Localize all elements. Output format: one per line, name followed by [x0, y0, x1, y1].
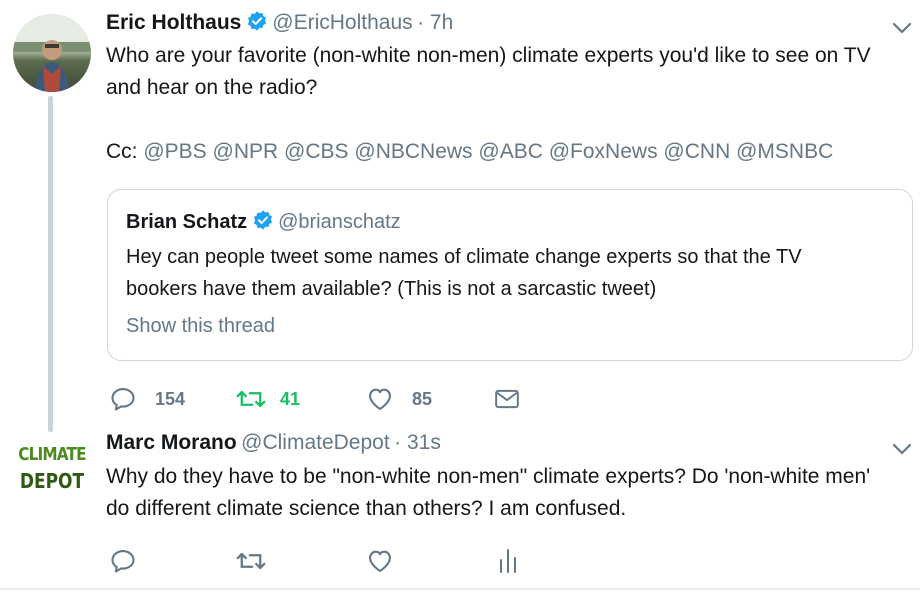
quote-header: Brian Schatz @brianschatz: [126, 209, 401, 234]
author-handle[interactable]: @ClimateDepot: [241, 431, 390, 454]
quoted-tweet-card[interactable]: Brian Schatz @brianschatz Hey can people…: [107, 189, 913, 361]
mention-link[interactable]: @NBCNews: [354, 140, 472, 163]
like-icon: [369, 388, 391, 410]
reply-button[interactable]: 154: [109, 385, 185, 413]
mention-link[interactable]: @FoxNews: [549, 140, 658, 163]
divider: [0, 588, 920, 590]
analytics-button[interactable]: [496, 548, 520, 574]
retweet-button[interactable]: [236, 547, 266, 575]
tweet1-text-line: Who are your favorite (non-white non-men…: [106, 44, 871, 67]
author-name[interactable]: Eric Holthaus: [106, 11, 241, 34]
cc-label: Cc:: [106, 140, 138, 163]
show-thread-link[interactable]: Show this thread: [126, 315, 275, 338]
tweet1-text-line: and hear on the radio?: [106, 76, 318, 99]
like-icon: [369, 550, 391, 572]
tweet2-header: Marc Morano @ClimateDepot · 31s: [106, 431, 441, 455]
chevron-down-icon[interactable]: [892, 443, 912, 455]
avatar-logo-text: CLIMATE: [18, 444, 86, 465]
mention-link[interactable]: @ABC: [478, 140, 543, 163]
retweet-icon: [236, 552, 266, 570]
reply-count: 154: [155, 388, 186, 409]
mention-link[interactable]: @NPR: [213, 140, 279, 163]
mention-link[interactable]: @PBS: [143, 140, 206, 163]
like-button[interactable]: 85: [366, 385, 432, 413]
thread-connector-line: [48, 96, 53, 432]
quote-text-line: bookers have them available? (This is no…: [126, 278, 657, 300]
reply-icon: [111, 388, 135, 411]
like-count: 85: [412, 388, 433, 409]
direct-message-icon: [495, 389, 519, 409]
quote-body: Hey can people tweet some names of clima…: [126, 241, 802, 305]
retweet-icon: [236, 390, 266, 408]
tweet1-header: Eric Holthaus @EricHolthaus · 7h: [106, 10, 453, 35]
chevron-down-icon[interactable]: [892, 22, 912, 34]
mention-link[interactable]: @CBS: [284, 140, 349, 163]
direct-message-button[interactable]: [494, 386, 520, 412]
mention-link[interactable]: @MSNBC: [736, 140, 833, 163]
tweet2-text-line: Why do they have to be "non-white non-me…: [106, 465, 871, 488]
retweet-button[interactable]: 41: [236, 385, 300, 413]
tweet2-body: Why do they have to be "non-white non-me…: [106, 461, 870, 525]
tweet1-cc-line: Cc: @PBS @NPR @CBS @NBCNews @ABC @FoxNew…: [106, 136, 833, 168]
reply-icon: [111, 550, 135, 573]
tweet2-text-line: do different climate science than others…: [106, 497, 627, 520]
quote-text-line: Hey can people tweet some names of clima…: [126, 246, 802, 268]
retweet-count: 41: [280, 388, 301, 409]
author-handle[interactable]: @EricHolthaus: [272, 11, 412, 34]
analytics-icon: [500, 549, 516, 573]
avatar-eric-holthaus[interactable]: [13, 14, 91, 92]
tweet1-body: Who are your favorite (non-white non-men…: [106, 40, 871, 104]
verified-badge-icon: [247, 11, 266, 31]
tweet-timestamp[interactable]: · 7h: [417, 11, 453, 34]
mention-link[interactable]: @CNN: [663, 140, 730, 163]
quote-author-name[interactable]: Brian Schatz: [126, 211, 247, 233]
quote-author-handle[interactable]: @brianschatz: [278, 211, 401, 233]
reply-button[interactable]: [109, 547, 137, 575]
avatar-logo-text: DEPOT: [19, 469, 85, 493]
like-button[interactable]: [366, 547, 394, 575]
author-name[interactable]: Marc Morano: [106, 431, 237, 454]
avatar-climate-depot[interactable]: CLIMATE DEPOT: [8, 444, 96, 508]
tweet-timestamp[interactable]: · 31s: [394, 431, 441, 454]
verified-badge-icon: [253, 210, 272, 230]
